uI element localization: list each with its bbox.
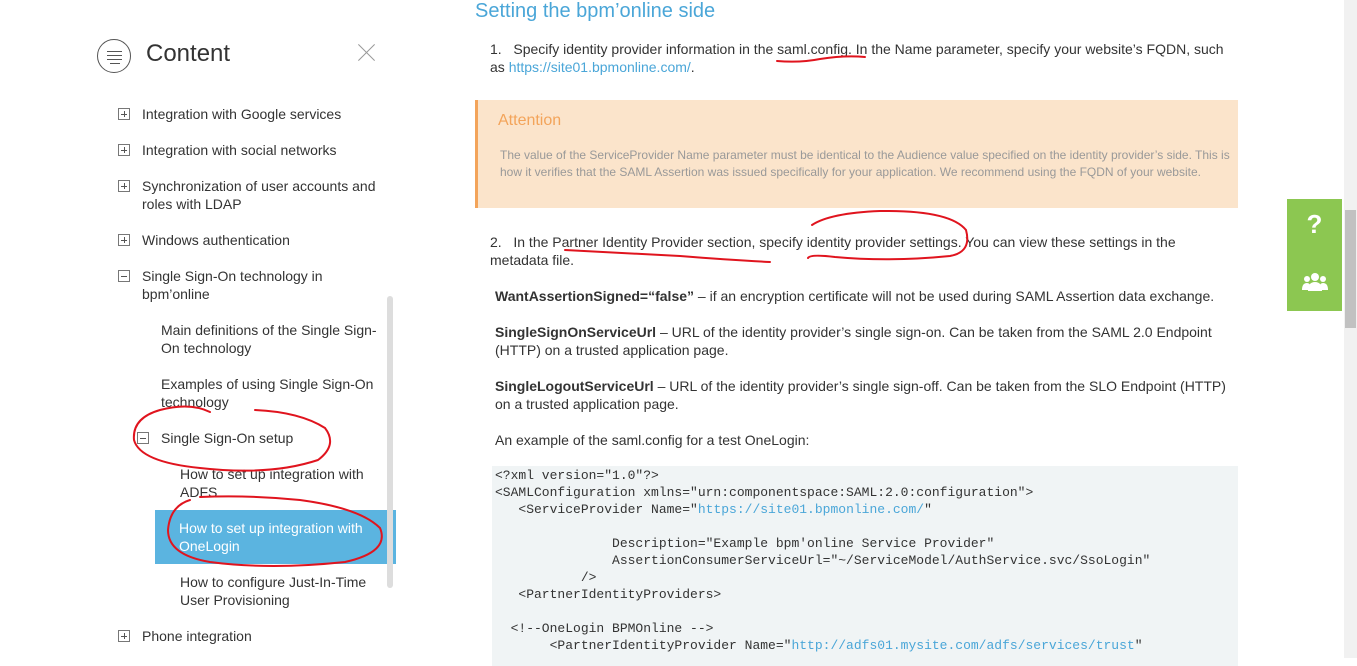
attention-text: The value of the ServiceProvider Name pa… (500, 148, 1230, 179)
attention-box: Attention The value of the ServiceProvid… (475, 100, 1238, 208)
code-line: Description="Example bpm'online Service … (495, 536, 995, 551)
example-intro: An example of the saml.config for a test… (495, 432, 810, 448)
page-scrollbar[interactable] (1344, 0, 1357, 658)
community-people-icon[interactable] (1302, 272, 1328, 292)
expand-icon[interactable] (118, 144, 130, 156)
nav-item-sso-technology[interactable]: Single Sign-On technology in bpm’online (118, 267, 342, 303)
code-line: AssertionConsumerServiceUrl="~/ServiceMo… (495, 553, 1151, 568)
close-icon[interactable] (356, 42, 378, 64)
code-line: <SAMLConfiguration xmlns="urn:components… (495, 485, 1034, 500)
code-line: <PartnerIdentityProvider Name="http://ad… (495, 638, 1143, 653)
code-line: <PartnerIdentityProviders> (495, 587, 722, 602)
nav-item-windows-auth[interactable]: Windows authentication (118, 231, 382, 249)
param-want-assertion-signed: WantAssertionSigned=“false” – if an encr… (495, 288, 1215, 304)
sidebar: Content Integration with Google services… (0, 0, 420, 658)
code-line: <?xml version="1.0"?> (495, 468, 659, 483)
sidebar-scrollbar[interactable] (387, 296, 393, 588)
main-content: Setting the bpm’online side 1. Specify i… (475, 0, 1245, 666)
nav-item-adfs[interactable]: How to set up integration with ADFS (180, 465, 380, 501)
help-panel: ? (1287, 199, 1342, 311)
nav-item-jit-provisioning[interactable]: How to configure Just-In-Time User Provi… (180, 573, 380, 609)
sidebar-title: Content (146, 40, 231, 67)
param-single-sign-on-url: SingleSignOnServiceUrl – URL of the iden… (495, 324, 1212, 358)
saml-config-text: saml.config (777, 41, 848, 57)
code-block: <?xml version="1.0"?> <SAMLConfiguration… (492, 466, 1238, 666)
code-line: <ServiceProvider Name="https://site01.bp… (495, 502, 932, 517)
code-line: <!--OneLogin BPMOnline --> (495, 621, 714, 636)
expand-icon[interactable] (118, 630, 130, 642)
menu-icon[interactable] (97, 39, 131, 73)
nav-item-phone[interactable]: Phone integration (118, 627, 382, 645)
nav-item-sso-examples[interactable]: Examples of using Single Sign-On technol… (161, 375, 383, 411)
site-link[interactable]: https://site01.bpmonline.com/ (509, 59, 691, 75)
collapse-icon[interactable] (137, 432, 149, 444)
nav-item-social[interactable]: Integration with social networks (118, 141, 382, 159)
expand-icon[interactable] (118, 234, 130, 246)
section-heading: Setting the bpm’online side (475, 0, 716, 22)
code-line: /> (495, 570, 597, 585)
expand-icon[interactable] (118, 108, 130, 120)
expand-icon[interactable] (118, 180, 130, 192)
param-single-logout-url: SingleLogoutServiceUrl – URL of the iden… (495, 378, 1226, 412)
attention-title: Attention (498, 112, 562, 129)
nav-item-sso-setup[interactable]: Single Sign-On setup (137, 429, 361, 447)
collapse-icon[interactable] (118, 270, 130, 282)
nav-item-sso-definitions[interactable]: Main definitions of the Single Sign-On t… (161, 321, 383, 357)
nav-item-ldap[interactable]: Synchronization of user accounts and rol… (118, 177, 382, 213)
step-1: 1. Specify identity provider information… (490, 41, 1224, 75)
help-question-icon[interactable]: ? (1287, 209, 1342, 240)
nav-item-google[interactable]: Integration with Google services (118, 105, 382, 123)
nav-item-onelogin[interactable]: How to set up integration with OneLogin (155, 510, 396, 564)
step-2: 2. In the Partner Identity Provider sect… (490, 234, 1176, 268)
scrollbar-thumb[interactable] (1345, 210, 1356, 328)
